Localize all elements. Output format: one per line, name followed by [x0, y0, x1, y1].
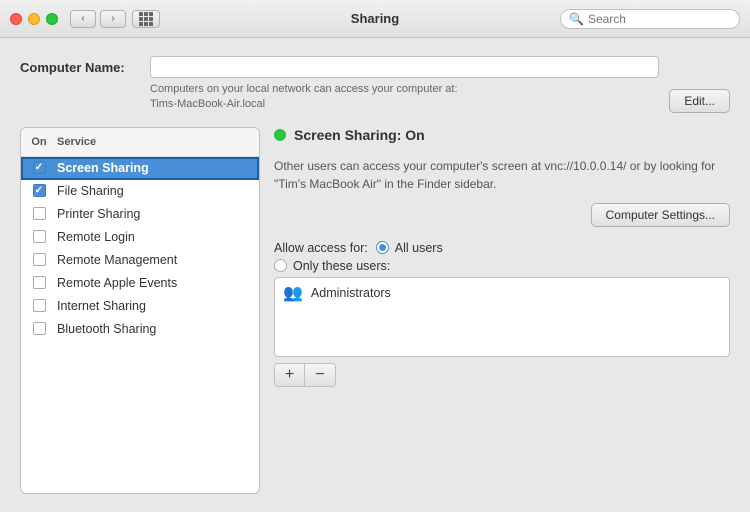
checkbox-bluetooth-sharing[interactable] — [33, 322, 46, 335]
status-title: Screen Sharing: On — [294, 127, 425, 143]
search-icon: 🔍 — [569, 12, 584, 26]
content-area: On Service Screen Sharing File Sharing Pri… — [20, 127, 730, 494]
service-label-printer-sharing: Printer Sharing — [57, 207, 259, 221]
computer-name-input[interactable] — [150, 56, 659, 78]
checkbox-printer-sharing[interactable] — [33, 207, 46, 220]
checkbox-cell-screen-sharing — [21, 161, 57, 174]
checkbox-cell-remote-management — [21, 253, 57, 266]
checkbox-cell-bluetooth-sharing — [21, 322, 57, 335]
user-group-icon: 👥 — [283, 283, 303, 303]
checkbox-cell-file-sharing — [21, 184, 57, 197]
computer-name-label: Computer Name: — [20, 56, 140, 75]
grid-icon — [139, 12, 153, 26]
user-row: 👥 Administrators — [275, 278, 729, 308]
checkbox-cell-printer-sharing — [21, 207, 57, 220]
nav-buttons: ‹ › — [70, 10, 126, 28]
checkbox-cell-internet-sharing — [21, 299, 57, 312]
checkbox-cell-remote-login — [21, 230, 57, 243]
service-label-remote-apple-events: Remote Apple Events — [57, 276, 259, 290]
sidebar-header-on: On — [21, 133, 57, 151]
sidebar-item-printer-sharing[interactable]: Printer Sharing — [21, 203, 259, 226]
computer-name-section: Computer Name: Computers on your local n… — [20, 56, 730, 113]
checkbox-cell-remote-apple-events — [21, 276, 57, 289]
checkbox-remote-login[interactable] — [33, 230, 46, 243]
sidebar: On Service Screen Sharing File Sharing Pri… — [20, 127, 260, 494]
forward-button[interactable]: › — [100, 10, 126, 28]
titlebar: ‹ › Sharing 🔍 — [0, 0, 750, 38]
checkbox-file-sharing[interactable] — [33, 184, 46, 197]
sidebar-item-bluetooth-sharing[interactable]: Bluetooth Sharing — [21, 318, 259, 341]
radio-only-label: Only these users: — [293, 259, 390, 273]
sidebar-item-remote-login[interactable]: Remote Login — [21, 226, 259, 249]
sidebar-item-remote-management[interactable]: Remote Management — [21, 249, 259, 272]
users-toolbar: + − — [274, 363, 336, 387]
access-row-inline: Allow access for: All users — [274, 241, 730, 255]
radio-all-users-label: All users — [395, 241, 443, 255]
computer-settings-button[interactable]: Computer Settings... — [591, 203, 730, 227]
checkbox-screen-sharing[interactable] — [33, 161, 46, 174]
sidebar-item-internet-sharing[interactable]: Internet Sharing — [21, 295, 259, 318]
sidebar-header: On Service — [21, 128, 259, 157]
service-label-bluetooth-sharing: Bluetooth Sharing — [57, 322, 259, 336]
maximize-button[interactable] — [46, 13, 58, 25]
window-title: Sharing — [351, 11, 399, 26]
search-box[interactable]: 🔍 — [560, 9, 740, 29]
service-label-remote-login: Remote Login — [57, 230, 259, 244]
main-content: Computer Name: Computers on your local n… — [0, 38, 750, 512]
radio-all-users[interactable] — [376, 241, 389, 254]
grid-view-button[interactable] — [132, 10, 160, 28]
service-label-internet-sharing: Internet Sharing — [57, 299, 259, 313]
computer-name-right: Computers on your local network can acce… — [150, 56, 659, 113]
sidebar-item-screen-sharing[interactable]: Screen Sharing — [21, 157, 259, 180]
access-label: Allow access for: — [274, 241, 368, 255]
sidebar-items-container: Screen Sharing File Sharing Printer Sharin… — [21, 157, 259, 341]
status-dot — [274, 129, 286, 141]
service-label-remote-management: Remote Management — [57, 253, 259, 267]
checkbox-remote-management[interactable] — [33, 253, 46, 266]
sidebar-header-service: Service — [57, 133, 259, 151]
back-button[interactable]: ‹ — [70, 10, 96, 28]
sidebar-item-file-sharing[interactable]: File Sharing — [21, 180, 259, 203]
service-label-screen-sharing: Screen Sharing — [57, 161, 259, 175]
user-name: Administrators — [311, 286, 391, 300]
add-user-button[interactable]: + — [275, 364, 305, 386]
detail-panel: Screen Sharing: On Other users can acces… — [274, 127, 730, 494]
minimize-button[interactable] — [28, 13, 40, 25]
radio-row-only[interactable]: Only these users: — [274, 259, 730, 273]
status-description: Other users can access your computer's s… — [274, 157, 730, 193]
checkbox-remote-apple-events[interactable] — [33, 276, 46, 289]
search-input[interactable] — [588, 12, 731, 26]
status-row: Screen Sharing: On — [274, 127, 730, 143]
checkbox-internet-sharing[interactable] — [33, 299, 46, 312]
traffic-lights — [10, 13, 58, 25]
edit-button[interactable]: Edit... — [669, 89, 730, 113]
radio-only-these[interactable] — [274, 259, 287, 272]
users-box: 👥 Administrators — [274, 277, 730, 357]
radio-row-all[interactable]: All users — [376, 241, 443, 255]
close-button[interactable] — [10, 13, 22, 25]
sidebar-item-remote-apple-events[interactable]: Remote Apple Events — [21, 272, 259, 295]
computer-name-desc: Computers on your local network can acce… — [150, 82, 659, 113]
remove-user-button[interactable]: − — [305, 364, 335, 386]
access-section: Allow access for: All users Only these u… — [274, 241, 730, 387]
service-label-file-sharing: File Sharing — [57, 184, 259, 198]
